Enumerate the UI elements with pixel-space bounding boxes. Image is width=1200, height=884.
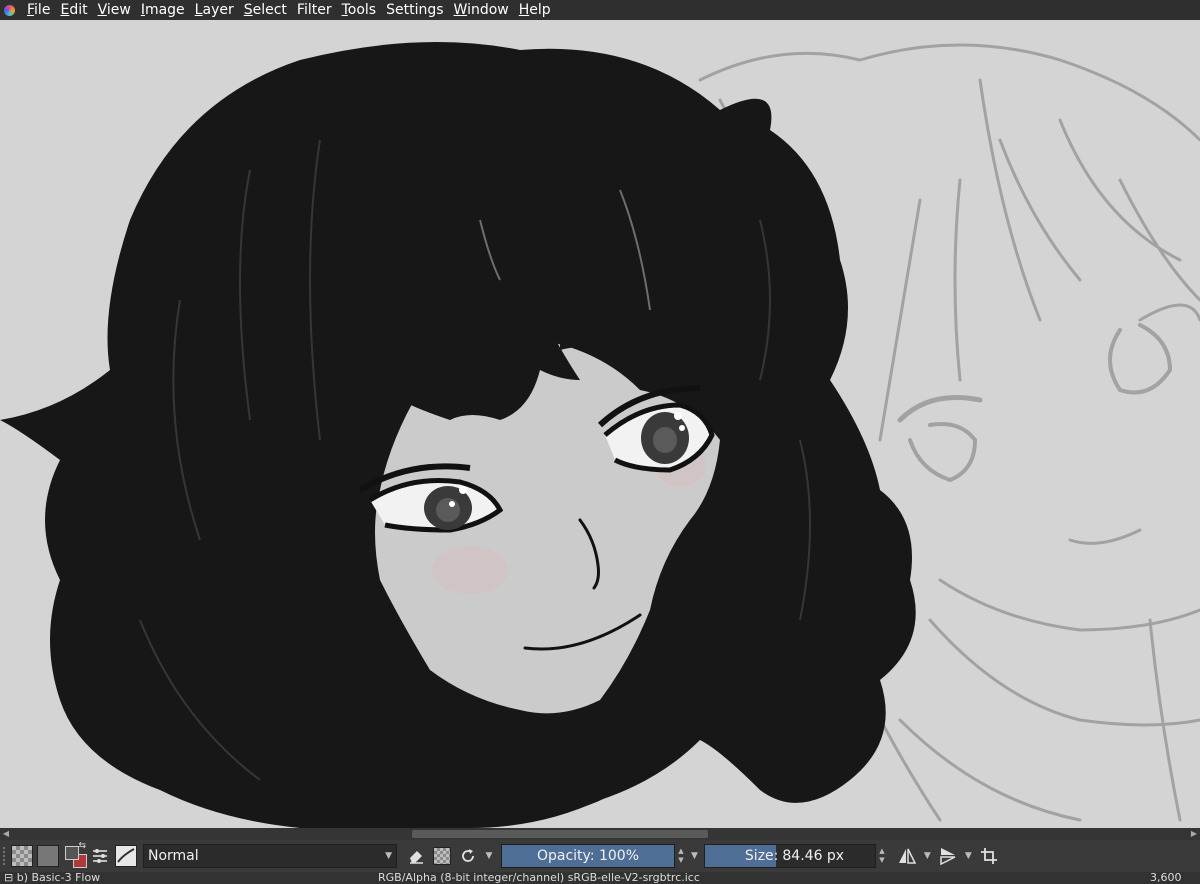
foreground-color-swatch bbox=[65, 846, 79, 860]
chevron-up-icon: ▲ bbox=[678, 847, 684, 855]
menu-view-label: iew bbox=[106, 2, 131, 18]
menu-file[interactable]: File bbox=[22, 0, 55, 20]
fg-bg-color-button[interactable]: ⇆ bbox=[63, 841, 87, 868]
menu-select[interactable]: Select bbox=[239, 0, 292, 20]
menu-layer-label: ayer bbox=[202, 2, 234, 18]
chevron-down-icon: ▼ bbox=[385, 851, 392, 861]
mirror-horizontal-dropdown-icon[interactable]: ▼ bbox=[924, 851, 931, 861]
scroll-left-icon[interactable]: ◀ bbox=[0, 828, 12, 840]
alpha-lock-icon bbox=[433, 847, 451, 865]
reload-icon bbox=[462, 849, 474, 862]
menu-image[interactable]: Image bbox=[136, 0, 190, 20]
chevron-down-icon: ▼ bbox=[678, 856, 684, 864]
menu-filter[interactable]: Filter bbox=[292, 0, 337, 20]
menu-edit-label: dit bbox=[69, 2, 88, 18]
menu-tools-label: ools bbox=[347, 2, 377, 18]
horizontal-scrollbar[interactable]: ◀ ▶ bbox=[0, 828, 1200, 840]
wrap-around-icon bbox=[980, 848, 997, 864]
checker-pattern-button[interactable] bbox=[11, 845, 33, 867]
opacity-slider[interactable]: Opacity: 100% bbox=[501, 844, 675, 868]
chevron-down-icon: ▼ bbox=[879, 856, 885, 864]
mirror-vertical-button[interactable] bbox=[937, 845, 959, 867]
menu-layer[interactable]: Layer bbox=[190, 0, 239, 20]
menu-filter-label: Filter bbox=[296, 2, 332, 18]
status-bar: ⊟ b) Basic-3 Flow RGB/Alpha (8-bit integ… bbox=[0, 872, 1200, 884]
status-color-profile: RGB/Alpha (8-bit integer/channel) sRGB-e… bbox=[378, 872, 700, 884]
menu-bar: File Edit View Image Layer Select Filter… bbox=[0, 0, 1200, 20]
brush-preset-icon bbox=[115, 845, 137, 867]
tool-options-bar: ⇆ Normal ▼ ▼ Opacity: 100% ▲ ▼ ▼ Size: 8… bbox=[0, 840, 1200, 872]
menu-tools[interactable]: Tools bbox=[337, 0, 382, 20]
menu-help[interactable]: Help bbox=[514, 0, 556, 20]
scroll-right-icon[interactable]: ▶ bbox=[1188, 828, 1200, 840]
grey-pattern-button[interactable] bbox=[37, 845, 59, 867]
menu-view[interactable]: View bbox=[93, 0, 136, 20]
mirror-vertical-icon bbox=[940, 848, 956, 866]
reload-preset-button[interactable] bbox=[457, 845, 479, 867]
status-image-size: 3,600 bbox=[1150, 872, 1182, 884]
menu-image-label: mage bbox=[144, 2, 185, 18]
status-brush-name: ⊟ b) Basic-3 Flow bbox=[4, 872, 101, 884]
menu-edit[interactable]: Edit bbox=[55, 0, 92, 20]
menu-view-accel: V bbox=[97, 2, 107, 18]
scrollbar-thumb[interactable] bbox=[412, 830, 708, 838]
opacity-dropdown-icon[interactable]: ▼ bbox=[691, 851, 698, 861]
menu-settings[interactable]: Settings bbox=[381, 0, 448, 20]
size-stepper[interactable]: ▲ ▼ bbox=[876, 844, 888, 868]
chevron-down-icon: ▼ bbox=[485, 850, 493, 861]
grey-pattern-icon bbox=[37, 845, 59, 867]
blend-mode-select[interactable]: Normal ▼ bbox=[143, 844, 397, 868]
menu-help-label: elp bbox=[529, 2, 551, 18]
eraser-icon bbox=[410, 851, 423, 864]
opacity-label: Opacity: 100% bbox=[536, 848, 640, 864]
menu-file-accel: F bbox=[27, 2, 35, 18]
alpha-lock-button[interactable] bbox=[431, 845, 453, 867]
krita-logo-icon bbox=[4, 4, 15, 16]
artwork bbox=[0, 42, 1200, 828]
menu-select-accel: S bbox=[243, 2, 253, 18]
checker-pattern-icon bbox=[11, 845, 33, 867]
menu-settings-label: Settings bbox=[386, 2, 444, 18]
blend-mode-value: Normal bbox=[148, 848, 199, 864]
chevron-up-icon: ▲ bbox=[879, 847, 885, 855]
size-slider[interactable]: Size: 84.46 px bbox=[703, 844, 876, 868]
brush-preset-button[interactable] bbox=[115, 845, 137, 867]
mirror-vertical-dropdown-icon[interactable]: ▼ bbox=[965, 851, 972, 861]
menu-select-label: elect bbox=[252, 2, 287, 18]
brush-settings-button[interactable] bbox=[89, 845, 111, 867]
size-value: 84.46 px bbox=[782, 848, 845, 864]
menu-window-accel: W bbox=[453, 2, 468, 18]
wrap-around-button[interactable] bbox=[978, 845, 1000, 867]
eraser-button[interactable] bbox=[405, 845, 427, 867]
menu-file-label: ile bbox=[34, 2, 51, 18]
mirror-horizontal-button[interactable] bbox=[896, 845, 918, 867]
swap-colors-icon[interactable]: ⇆ bbox=[78, 841, 86, 851]
fg-bg-color-icon: ⇆ bbox=[63, 841, 87, 868]
menu-window[interactable]: Window bbox=[449, 0, 514, 20]
menu-edit-accel: E bbox=[60, 2, 70, 18]
brush-settings-icon bbox=[93, 849, 107, 863]
reload-dropdown[interactable]: ▼ bbox=[483, 844, 495, 868]
menu-window-label: indow bbox=[467, 2, 509, 18]
mirror-horizontal-icon bbox=[898, 848, 917, 864]
toolbar-grip-handle[interactable] bbox=[2, 846, 6, 866]
menu-help-accel: H bbox=[518, 2, 530, 18]
size-label: Size: bbox=[744, 848, 779, 864]
krita-window: File Edit View Image Layer Select Filter… bbox=[0, 0, 1200, 884]
opacity-stepper[interactable]: ▲ ▼ bbox=[675, 844, 687, 868]
drawing-canvas[interactable] bbox=[0, 20, 1200, 828]
